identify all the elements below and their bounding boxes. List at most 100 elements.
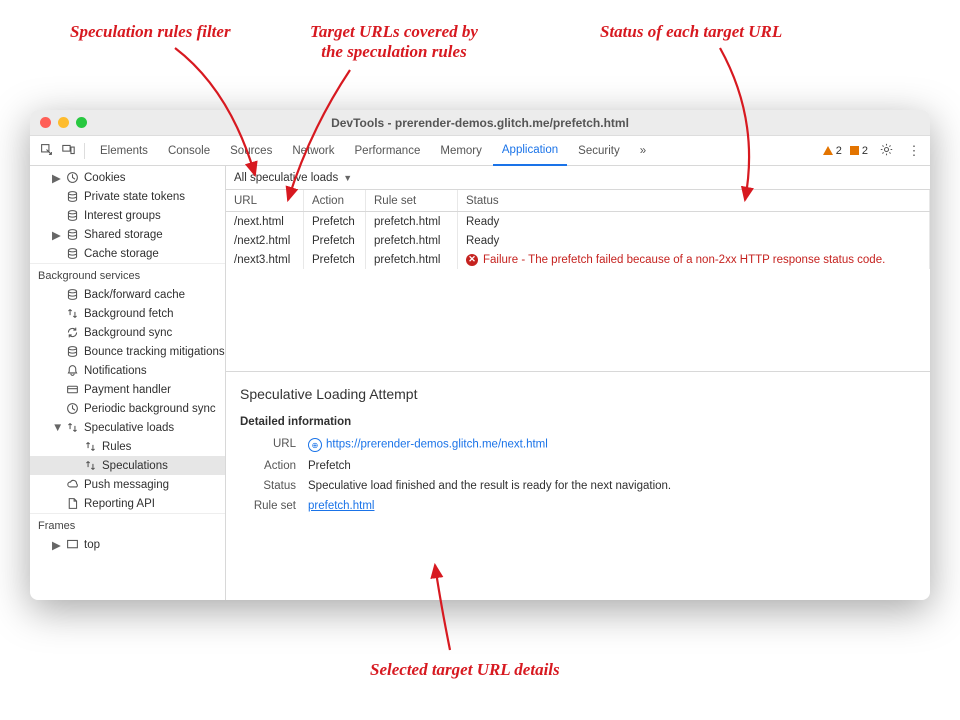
clock-icon bbox=[65, 402, 79, 415]
clock-icon bbox=[65, 171, 79, 184]
frame-icon bbox=[65, 538, 79, 551]
tab-security[interactable]: Security bbox=[569, 136, 629, 166]
sidebar-header: Frames bbox=[30, 513, 225, 535]
db-icon bbox=[65, 190, 79, 203]
sidebar-item[interactable]: Background sync bbox=[30, 323, 225, 342]
tab-overflow[interactable]: » bbox=[631, 136, 655, 166]
sidebar-item[interactable]: Rules bbox=[30, 437, 225, 456]
db-icon bbox=[65, 345, 79, 358]
sidebar-item-label: Reporting API bbox=[84, 498, 155, 510]
detail-ruleset-link[interactable]: prefetch.html bbox=[308, 500, 374, 512]
updown-icon bbox=[65, 421, 79, 434]
cell-url: /next.html bbox=[226, 212, 304, 231]
titlebar: DevTools - prerender-demos.glitch.me/pre… bbox=[30, 110, 930, 136]
sidebar-item[interactable]: Payment handler bbox=[30, 380, 225, 399]
sidebar-item-label: Notifications bbox=[84, 365, 147, 377]
sidebar-item[interactable]: Periodic background sync bbox=[30, 399, 225, 418]
sidebar-item[interactable]: Bounce tracking mitigations bbox=[30, 342, 225, 361]
device-toggle-icon[interactable] bbox=[58, 143, 78, 159]
annotation-status: Status of each target URL bbox=[600, 22, 782, 42]
sidebar-item[interactable]: Reporting API bbox=[30, 494, 225, 513]
sidebar-item-label: Rules bbox=[102, 441, 131, 453]
tab-sources[interactable]: Sources bbox=[221, 136, 281, 166]
header-status[interactable]: Status bbox=[458, 190, 930, 211]
sidebar-item[interactable]: Interest groups bbox=[30, 206, 225, 225]
card-icon bbox=[65, 383, 79, 396]
status-text: Ready bbox=[458, 212, 930, 231]
table-row[interactable]: /next2.htmlPrefetchprefetch.htmlReady bbox=[226, 231, 930, 250]
tab-network[interactable]: Network bbox=[283, 136, 343, 166]
warnings-badge[interactable]: 2 bbox=[823, 145, 842, 157]
sidebar-item-label: top bbox=[84, 539, 100, 551]
tab-console[interactable]: Console bbox=[159, 136, 219, 166]
table-row[interactable]: /next3.htmlPrefetchprefetch.html✕Failure… bbox=[226, 250, 930, 269]
grid-body: /next.htmlPrefetchprefetch.htmlReady/nex… bbox=[226, 212, 930, 372]
tree-arrow-icon: ▶ bbox=[52, 538, 60, 552]
table-row[interactable]: /next.htmlPrefetchprefetch.htmlReady bbox=[226, 212, 930, 231]
cell-url: /next3.html bbox=[226, 250, 304, 269]
devtools-window: DevTools - prerender-demos.glitch.me/pre… bbox=[30, 110, 930, 600]
sync-icon bbox=[65, 326, 79, 339]
db-icon bbox=[65, 247, 79, 260]
status-text: Failure - The prefetch failed because of… bbox=[483, 254, 885, 266]
annotation-detail: Selected target URL details bbox=[370, 660, 560, 680]
tab-application[interactable]: Application bbox=[493, 136, 567, 166]
error-icon: ✕ bbox=[466, 254, 478, 266]
header-url[interactable]: URL bbox=[226, 190, 304, 211]
tab-memory[interactable]: Memory bbox=[431, 136, 491, 166]
detail-title: Speculative Loading Attempt bbox=[240, 386, 916, 402]
sidebar-item[interactable]: Push messaging bbox=[30, 475, 225, 494]
sidebar-item[interactable]: Private state tokens bbox=[30, 187, 225, 206]
sidebar-item[interactable]: Speculations bbox=[30, 456, 225, 475]
db-icon bbox=[65, 209, 79, 222]
warnings-count: 2 bbox=[836, 145, 842, 157]
cell-url: /next2.html bbox=[226, 231, 304, 250]
header-ruleset[interactable]: Rule set bbox=[366, 190, 458, 211]
sidebar: ▶CookiesPrivate state tokens Interest gro… bbox=[30, 166, 226, 600]
bell-icon bbox=[65, 364, 79, 377]
sidebar-item-label: Speculations bbox=[102, 460, 168, 472]
inspect-icon[interactable] bbox=[36, 143, 56, 159]
grid-header: URL Action Rule set Status bbox=[226, 190, 930, 212]
sidebar-item[interactable]: Notifications bbox=[30, 361, 225, 380]
window-title: DevTools - prerender-demos.glitch.me/pre… bbox=[30, 116, 930, 130]
cell-action: Prefetch bbox=[304, 212, 366, 231]
tree-arrow-icon: ▼ bbox=[52, 422, 60, 434]
sidebar-item-label: Interest groups bbox=[84, 210, 161, 222]
annotation-urls: Target URLs covered by the speculation r… bbox=[310, 22, 478, 63]
sidebar-item-label: Back/forward cache bbox=[84, 289, 185, 301]
sidebar-item[interactable]: Back/forward cache bbox=[30, 285, 225, 304]
sidebar-header: Background services bbox=[30, 263, 225, 285]
tree-arrow-icon: ▶ bbox=[52, 228, 60, 242]
sidebar-item-label: Shared storage bbox=[84, 229, 163, 241]
header-action[interactable]: Action bbox=[304, 190, 366, 211]
detail-url-link[interactable]: https://prerender-demos.glitch.me/next.h… bbox=[326, 439, 548, 451]
messages-badge[interactable]: 2 bbox=[850, 145, 868, 157]
settings-icon[interactable] bbox=[876, 143, 896, 159]
sidebar-item[interactable]: ▶ top bbox=[30, 535, 225, 554]
sidebar-item[interactable]: Cache storage bbox=[30, 244, 225, 263]
detail-section: Detailed information bbox=[240, 416, 916, 428]
sidebar-item-label: Cache storage bbox=[84, 248, 159, 260]
updown-icon bbox=[83, 459, 97, 472]
main-panel: All speculative loads ▼ URL Action Rule … bbox=[226, 166, 930, 600]
db-icon bbox=[65, 288, 79, 301]
more-icon[interactable]: ⋮ bbox=[904, 143, 924, 159]
updown-icon bbox=[65, 307, 79, 320]
sidebar-item-label: Bounce tracking mitigations bbox=[84, 346, 225, 358]
status-text: Ready bbox=[458, 231, 930, 250]
sidebar-item[interactable]: ▶Cookies bbox=[30, 168, 225, 187]
tab-elements[interactable]: Elements bbox=[91, 136, 157, 166]
sidebar-item-label: Background fetch bbox=[84, 308, 174, 320]
detail-url-label: URL bbox=[240, 438, 296, 452]
messages-count: 2 bbox=[862, 145, 868, 157]
speculation-filter[interactable]: All speculative loads ▼ bbox=[226, 166, 930, 190]
cell-ruleset: prefetch.html bbox=[366, 212, 458, 231]
sidebar-item-label: Push messaging bbox=[84, 479, 169, 491]
tab-performance[interactable]: Performance bbox=[346, 136, 430, 166]
sidebar-item[interactable]: ▼Speculative loads bbox=[30, 418, 225, 437]
db-icon bbox=[65, 228, 79, 241]
sidebar-item[interactable]: ▶ Shared storage bbox=[30, 225, 225, 244]
sidebar-item[interactable]: Background fetch bbox=[30, 304, 225, 323]
globe-icon: ⊕ bbox=[308, 438, 322, 452]
